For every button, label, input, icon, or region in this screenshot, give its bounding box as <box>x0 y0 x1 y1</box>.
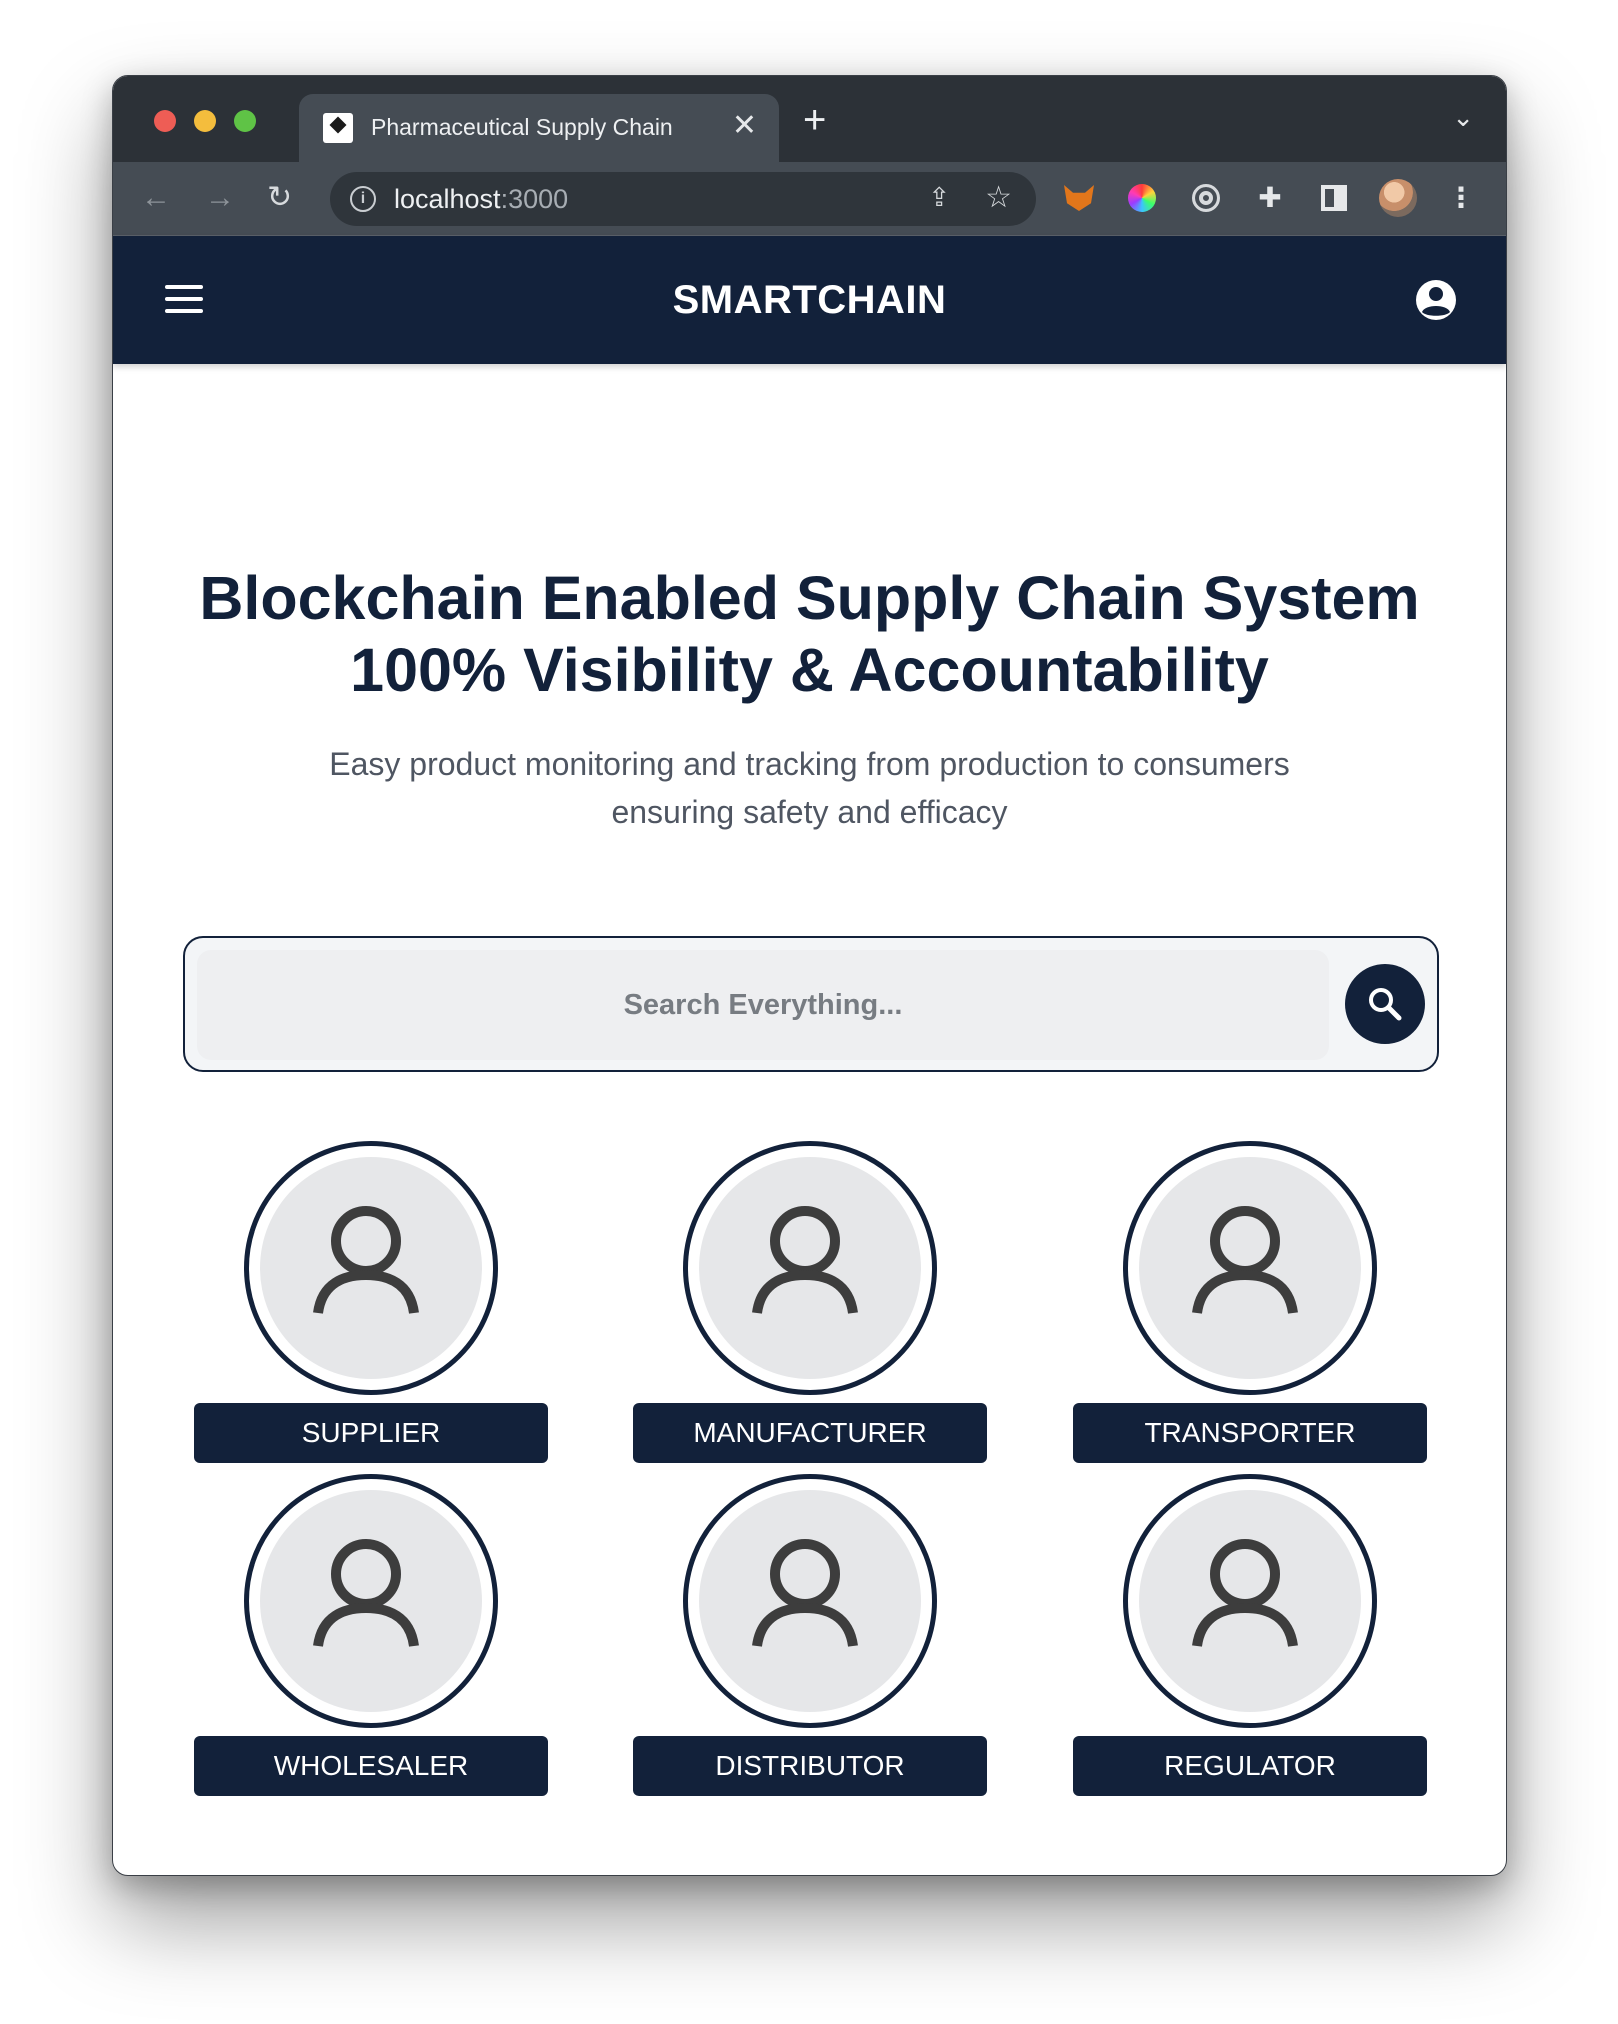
role-button-manufacturer[interactable]: MANUFACTURER <box>633 1403 987 1463</box>
person-outline-icon <box>752 1539 858 1647</box>
role-button-transporter[interactable]: TRANSPORTER <box>1073 1403 1427 1463</box>
browser-toolbar: ← → ↻ i localhost:3000 ⇪ ☆ ✚ ⋮ <box>113 162 1506 236</box>
tab-title: Pharmaceutical Supply Chain <box>371 114 673 140</box>
search-bar <box>183 936 1439 1072</box>
tab-search-chevron-icon[interactable]: ⌄ <box>1452 102 1474 133</box>
hero-subtitle: Easy product monitoring and tracking fro… <box>113 740 1506 836</box>
url-port: :3000 <box>500 184 569 214</box>
role-avatar[interactable] <box>1123 1141 1377 1395</box>
url-text: localhost:3000 <box>394 184 568 215</box>
close-window-button[interactable] <box>154 110 176 132</box>
url-host: localhost <box>394 184 501 214</box>
person-outline-icon <box>313 1206 419 1314</box>
side-panel-icon[interactable] <box>1316 180 1352 216</box>
role-button-regulator[interactable]: REGULATOR <box>1073 1736 1427 1796</box>
role-button-supplier[interactable]: SUPPLIER <box>194 1403 548 1463</box>
role-avatar[interactable] <box>683 1141 937 1395</box>
target-extension-icon[interactable] <box>1188 180 1224 216</box>
person-outline-icon <box>1192 1539 1298 1647</box>
account-circle-icon[interactable] <box>1415 279 1457 321</box>
hero-subtitle-line-2: ensuring safety and efficacy <box>611 794 1008 830</box>
tab-strip: Pharmaceutical Supply Chain ✕ + ⌄ <box>113 76 1506 162</box>
role-button-distributor[interactable]: DISTRIBUTOR <box>633 1736 987 1796</box>
browser-tab[interactable]: Pharmaceutical Supply Chain ✕ <box>299 94 779 162</box>
hero-subtitle-line-1: Easy product monitoring and tracking fro… <box>329 746 1290 782</box>
hero-title-line-2: 100% Visibility & Accountability <box>350 636 1269 704</box>
site-favicon-icon <box>323 113 353 143</box>
extensions-puzzle-icon[interactable]: ✚ <box>1252 180 1288 216</box>
role-button-wholesaler[interactable]: WHOLESALER <box>194 1736 548 1796</box>
magnifier-icon <box>1369 988 1402 1021</box>
minimize-window-button[interactable] <box>194 110 216 132</box>
app-header: SMARTCHAIN <box>113 236 1506 364</box>
person-outline-icon <box>752 1206 858 1314</box>
brand-title: SMARTCHAIN <box>672 278 947 322</box>
share-icon[interactable]: ⇪ <box>928 182 950 213</box>
hero-title-line-1: Blockchain Enabled Supply Chain System <box>199 564 1420 632</box>
color-picker-extension-icon[interactable] <box>1124 180 1160 216</box>
role-avatar[interactable] <box>683 1474 937 1728</box>
metamask-fox-icon[interactable] <box>1061 180 1097 216</box>
address-bar[interactable]: i localhost:3000 ⇪ ☆ <box>330 172 1036 226</box>
browser-window: Pharmaceutical Supply Chain ✕ + ⌄ ← → ↻ … <box>112 75 1507 1876</box>
person-outline-icon <box>313 1539 419 1647</box>
person-outline-icon <box>1192 1206 1298 1314</box>
profile-avatar[interactable] <box>1379 179 1417 217</box>
hero-title: Blockchain Enabled Supply Chain System 1… <box>113 562 1506 706</box>
bookmark-star-icon[interactable]: ☆ <box>985 180 1012 215</box>
more-menu-icon[interactable]: ⋮ <box>1443 180 1479 216</box>
back-arrow-icon[interactable]: ← <box>141 180 171 216</box>
site-info-icon[interactable]: i <box>350 186 376 212</box>
forward-arrow-icon[interactable]: → <box>205 180 235 216</box>
maximize-window-button[interactable] <box>234 110 256 132</box>
role-avatar[interactable] <box>1123 1474 1377 1728</box>
new-tab-button[interactable]: + <box>803 98 826 143</box>
role-avatar[interactable] <box>244 1474 498 1728</box>
search-button[interactable] <box>1345 964 1425 1044</box>
reload-icon[interactable]: ↻ <box>267 180 292 216</box>
role-avatar[interactable] <box>244 1141 498 1395</box>
tab-close-icon[interactable]: ✕ <box>732 108 757 143</box>
search-input[interactable] <box>197 950 1329 1060</box>
